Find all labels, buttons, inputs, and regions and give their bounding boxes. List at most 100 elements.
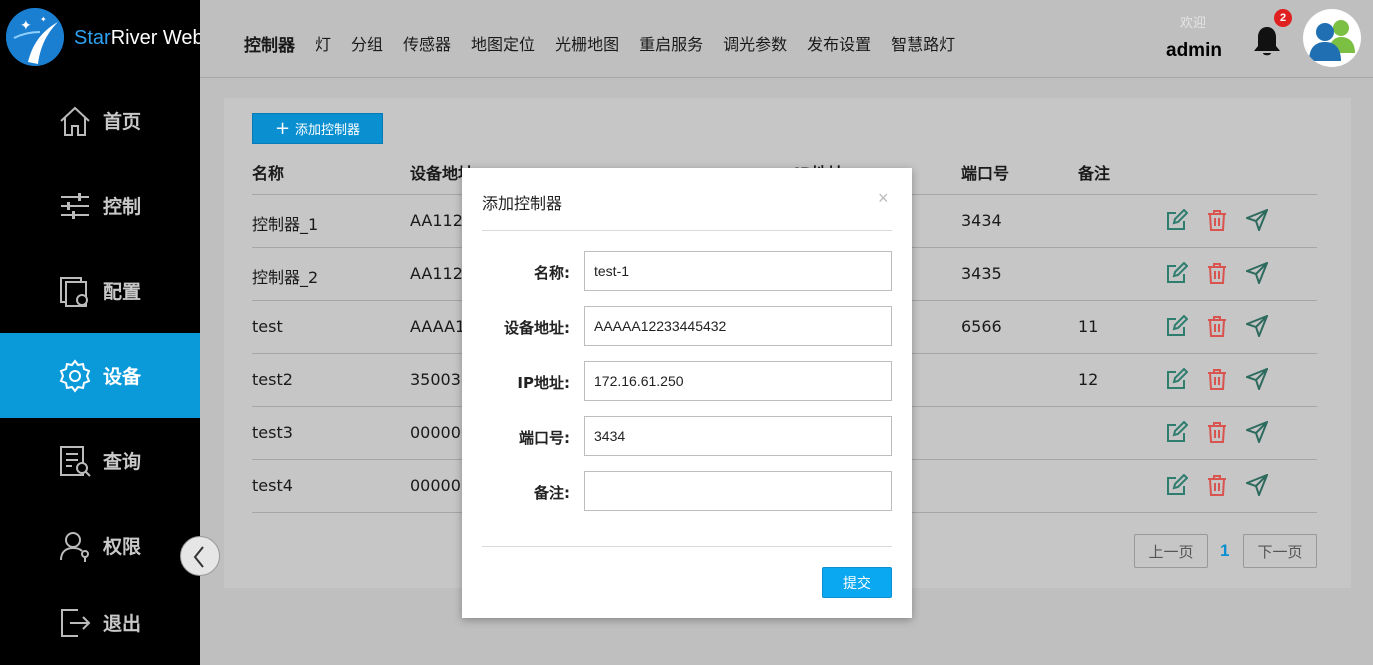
port-label: 端口号: <box>519 429 570 447</box>
tab-map-location[interactable]: 地图定位 <box>471 31 535 56</box>
send-icon[interactable] <box>1246 262 1268 284</box>
config-icon <box>60 276 88 307</box>
divider <box>482 230 892 231</box>
add-controller-button[interactable]: + 添加控制器 <box>252 113 383 144</box>
cell-name: 控制器_1 <box>252 215 319 234</box>
logo-icon: ✦ ✦ <box>6 8 64 66</box>
edit-icon[interactable] <box>1166 262 1188 284</box>
current-page[interactable]: 1 <box>1220 541 1229 561</box>
svg-text:✦: ✦ <box>40 15 47 24</box>
home-icon <box>60 106 90 136</box>
port-input[interactable] <box>584 416 892 456</box>
cell-address: AA112 <box>410 264 463 283</box>
top-nav-tabs: 控制器 灯 分组 传感器 地图定位 光栅地图 重启服务 调光参数 发布设置 智慧… <box>244 31 975 56</box>
cell-address: AAAA1 <box>410 317 466 336</box>
note-label: 备注: <box>534 484 570 502</box>
edit-icon[interactable] <box>1166 209 1188 231</box>
plus-icon: + <box>274 117 291 139</box>
column-header-name: 名称 <box>252 164 285 183</box>
user-group-icon <box>1309 20 1355 61</box>
divider <box>482 546 892 547</box>
send-icon[interactable] <box>1246 209 1268 231</box>
send-icon[interactable] <box>1246 474 1268 496</box>
tab-publish-settings[interactable]: 发布设置 <box>807 31 871 56</box>
sidebar-item-devices[interactable]: 设备 <box>0 333 200 418</box>
name-input[interactable] <box>584 251 892 291</box>
sliders-icon <box>61 192 89 219</box>
sidebar-item-label: 设备 <box>103 366 142 388</box>
cell-note: 12 <box>1078 370 1099 389</box>
edit-icon[interactable] <box>1166 368 1188 390</box>
gear-icon <box>59 358 91 393</box>
tab-controller[interactable]: 控制器 <box>244 31 295 56</box>
user-key-icon <box>60 531 89 562</box>
sidebar-item-label: 权限 <box>103 536 142 558</box>
note-input[interactable] <box>584 471 892 511</box>
send-icon[interactable] <box>1246 368 1268 390</box>
sidebar-item-control[interactable]: 控制 <box>0 163 200 248</box>
next-page-button[interactable]: 下一页 <box>1243 534 1317 568</box>
welcome-text: 欢迎 <box>1180 16 1207 31</box>
app-logo: ✦ ✦ StarRiver Web <box>0 0 204 78</box>
chevron-left-icon <box>193 546 204 568</box>
svg-text:✦: ✦ <box>20 18 32 34</box>
tab-restart-service[interactable]: 重启服务 <box>639 31 703 56</box>
tab-light[interactable]: 灯 <box>315 31 331 56</box>
edit-icon[interactable] <box>1166 315 1188 337</box>
cell-name: test3 <box>252 423 293 442</box>
bell-icon[interactable] <box>1252 24 1282 58</box>
edit-icon[interactable] <box>1166 474 1188 496</box>
ip-input[interactable] <box>584 361 892 401</box>
delete-icon[interactable] <box>1206 421 1228 443</box>
close-icon[interactable]: × <box>878 188 889 209</box>
cell-name: test4 <box>252 476 293 495</box>
dialog-title: 添加控制器 <box>482 194 563 213</box>
cell-name: 控制器_2 <box>252 268 319 287</box>
sidebar-item-permissions[interactable]: 权限 <box>0 503 200 588</box>
prev-page-button[interactable]: 上一页 <box>1134 534 1208 568</box>
add-controller-dialog: 添加控制器 × 名称: 设备地址: IP地址: 端口号: 备注: 提交 <box>462 168 912 618</box>
delete-icon[interactable] <box>1206 368 1228 390</box>
sidebar-collapse-button[interactable] <box>180 536 220 576</box>
tab-raster-map[interactable]: 光栅地图 <box>555 31 619 56</box>
tab-group[interactable]: 分组 <box>351 31 383 56</box>
submit-button[interactable]: 提交 <box>822 567 892 598</box>
column-header-port: 端口号 <box>961 164 1010 183</box>
username[interactable]: admin <box>1166 40 1222 62</box>
tab-sensor[interactable]: 传感器 <box>403 31 451 56</box>
address-input[interactable] <box>584 306 892 346</box>
top-header: 控制器 灯 分组 传感器 地图定位 光栅地图 重启服务 调光参数 发布设置 智慧… <box>200 0 1373 78</box>
cell-port: 3435 <box>961 264 1002 283</box>
delete-icon[interactable] <box>1206 315 1228 337</box>
delete-icon[interactable] <box>1206 209 1228 231</box>
tab-smart-streetlight[interactable]: 智慧路灯 <box>891 31 955 56</box>
app-name: StarRiver Web <box>74 27 204 49</box>
tab-dimming-params[interactable]: 调光参数 <box>723 31 787 56</box>
sidebar: ✦ ✦ StarRiver Web 首页 控制 配置 设备 查询 权限 退出 <box>0 0 204 665</box>
sidebar-item-logout[interactable]: 退出 <box>0 580 200 665</box>
delete-icon[interactable] <box>1206 262 1228 284</box>
sidebar-item-label: 控制 <box>103 196 142 218</box>
edit-icon[interactable] <box>1166 421 1188 443</box>
cell-address: AA112 <box>410 211 463 230</box>
send-icon[interactable] <box>1246 421 1268 443</box>
name-label: 名称: <box>534 264 570 282</box>
sidebar-item-home[interactable]: 首页 <box>0 78 200 163</box>
sidebar-item-query[interactable]: 查询 <box>0 418 200 503</box>
sidebar-item-config[interactable]: 配置 <box>0 248 200 333</box>
cell-port: 3434 <box>961 211 1002 230</box>
address-label: 设备地址: <box>504 319 570 337</box>
send-icon[interactable] <box>1246 315 1268 337</box>
ip-label: IP地址: <box>517 374 570 392</box>
column-header-note: 备注 <box>1078 164 1111 183</box>
cell-name: test <box>252 317 283 336</box>
cell-name: test2 <box>252 370 293 389</box>
logout-icon <box>61 608 91 637</box>
sidebar-item-label: 退出 <box>103 613 142 635</box>
cell-port: 6566 <box>961 317 1002 336</box>
delete-icon[interactable] <box>1206 474 1228 496</box>
sidebar-item-label: 首页 <box>103 111 142 133</box>
cell-note: 11 <box>1078 317 1099 336</box>
avatar[interactable] <box>1303 9 1361 67</box>
search-doc-icon <box>60 445 91 477</box>
